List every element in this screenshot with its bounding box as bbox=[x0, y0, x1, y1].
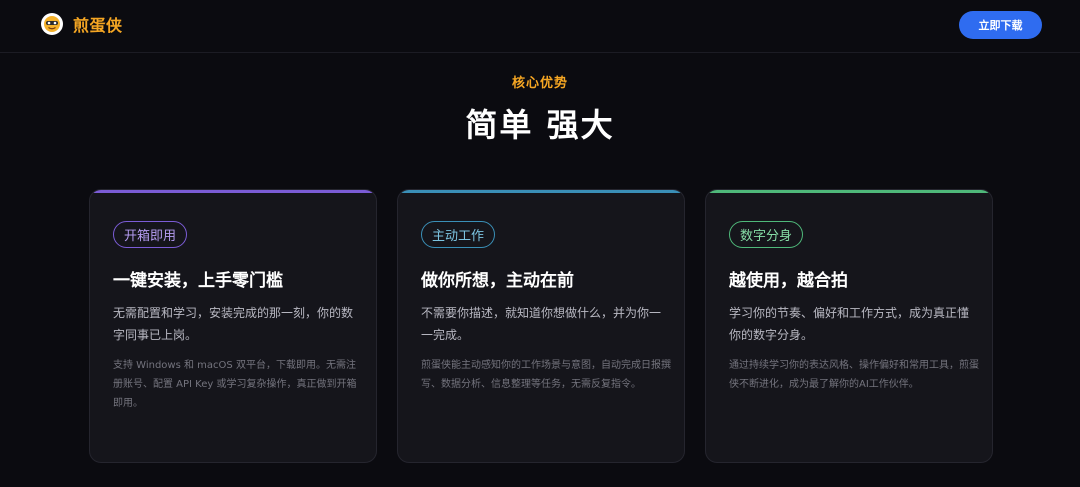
feature-card-digital-twin: 数字分身 越使用，越合拍 学习你的节奏、偏好和工作方式，成为真正懂你的数字分身。… bbox=[705, 189, 993, 463]
card-accent-bar bbox=[706, 190, 992, 193]
card-title: 越使用，越合拍 bbox=[729, 271, 848, 291]
card-accent-bar bbox=[90, 190, 376, 193]
card-tag: 主动工作 bbox=[421, 221, 496, 248]
download-now-button[interactable]: 立即下载 bbox=[959, 11, 1042, 39]
feature-card-proactive-work: 主动工作 做你所想，主动在前 不需要你描述，就知道你想做什么，并为你一一完成。 … bbox=[397, 189, 685, 463]
card-note: 通过持续学习你的表达风格、操作偏好和常用工具，煎蛋侠不断进化，成为最了解你的AI… bbox=[729, 360, 979, 390]
section-title: 简单 强大 bbox=[465, 106, 615, 144]
card-body: 无需配置和学习，安装完成的那一刻，你的数字同事已上岗。 bbox=[113, 306, 354, 342]
card-accent-bar bbox=[398, 190, 684, 193]
feature-card-out-of-box: 开箱即用 一键安装，上手零门槛 无需配置和学习，安装完成的那一刻，你的数字同事已… bbox=[89, 189, 377, 463]
fried-egg-logo-icon bbox=[41, 13, 63, 35]
card-note: 煎蛋侠能主动感知你的工作场景与意图，自动完成日报撰写、数据分析、信息整理等任务，… bbox=[421, 360, 671, 390]
brand-logo-link[interactable]: 煎蛋侠 bbox=[40, 11, 123, 37]
card-body: 学习你的节奏、偏好和工作方式，成为真正懂你的数字分身。 bbox=[729, 306, 970, 342]
card-note: 支持 Windows 和 macOS 双平台，下载即用。无需注册账号、配置 AP… bbox=[113, 360, 357, 409]
card-tag: 数字分身 bbox=[729, 221, 804, 248]
card-title: 一键安装，上手零门槛 bbox=[113, 271, 283, 291]
top-navbar: 煎蛋侠 立即下载 bbox=[0, 0, 1080, 53]
card-tag: 开箱即用 bbox=[113, 221, 188, 248]
brand-name: 煎蛋侠 bbox=[73, 16, 123, 35]
card-title: 做你所想，主动在前 bbox=[421, 271, 574, 291]
card-body: 不需要你描述，就知道你想做什么，并为你一一完成。 bbox=[421, 306, 662, 342]
section-eyebrow: 核心优势 bbox=[511, 76, 568, 91]
